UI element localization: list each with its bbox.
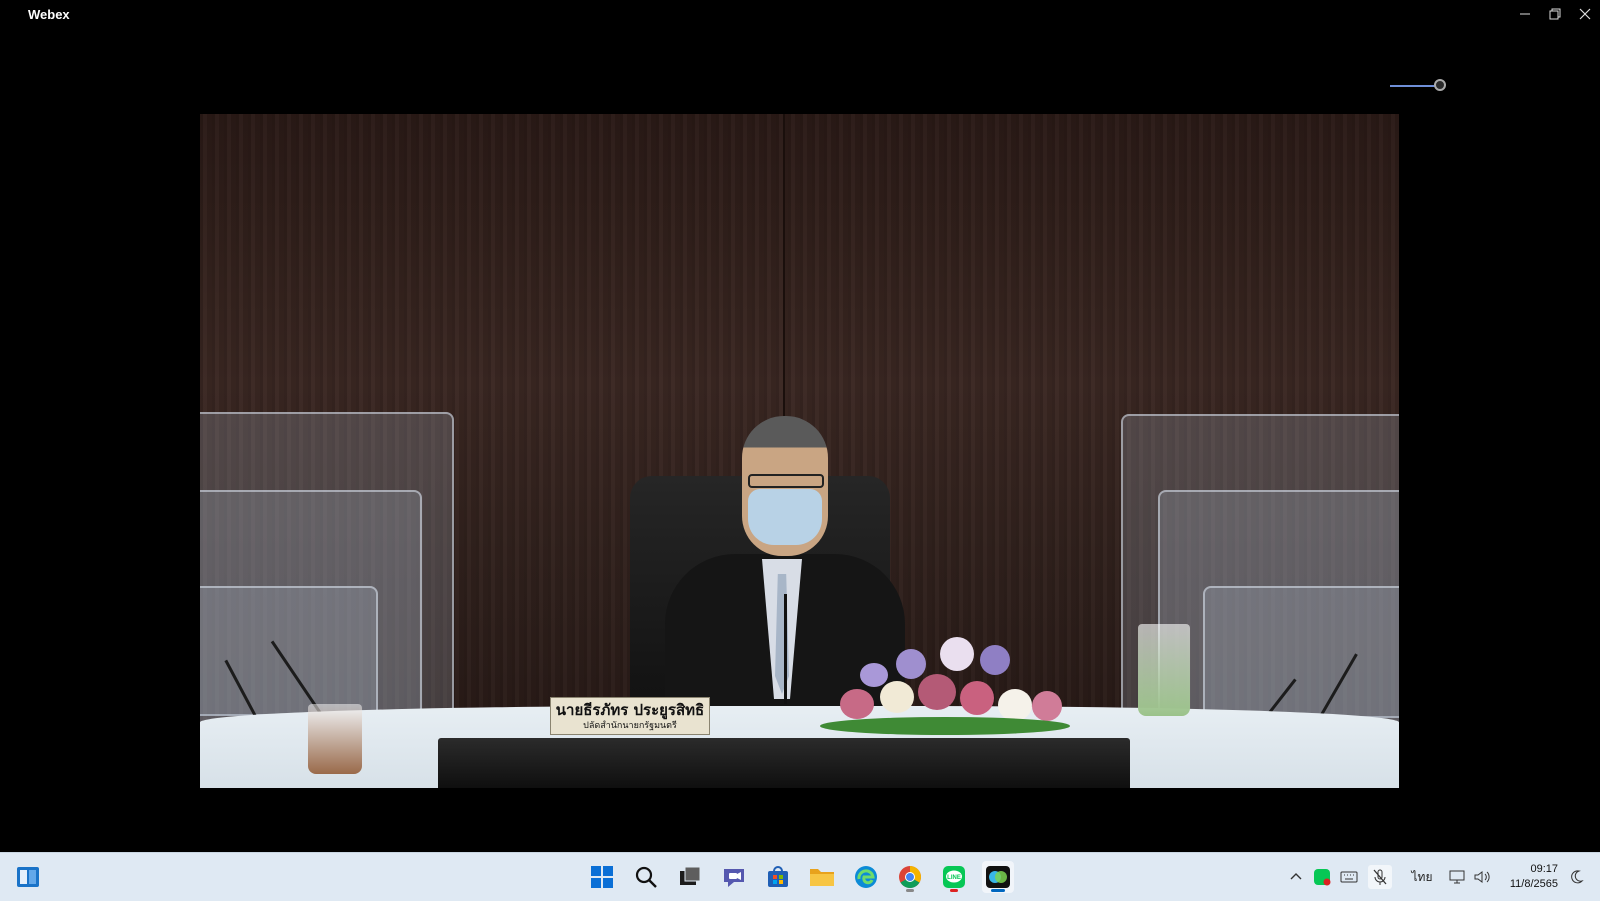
- svg-text:LINE: LINE: [947, 875, 961, 881]
- edge-button[interactable]: [850, 861, 882, 893]
- flower: [880, 681, 914, 713]
- minimize-button[interactable]: [1510, 0, 1540, 28]
- nameplate-name: นายธีรภัทร ประยูรสิทธิ: [555, 701, 705, 719]
- task-view-button[interactable]: [674, 861, 706, 893]
- table-front-panel: [438, 738, 1130, 788]
- keyboard-button[interactable]: [1337, 865, 1361, 889]
- flower: [940, 637, 974, 671]
- widgets-icon: [17, 867, 39, 887]
- webex-icon: [986, 866, 1010, 888]
- title-bar: Webex: [0, 0, 1600, 30]
- desk-microphone: [784, 594, 787, 704]
- chat-button[interactable]: [718, 861, 750, 893]
- tray-line-button[interactable]: [1310, 865, 1334, 889]
- clock[interactable]: 09:17 11/8/2565: [1496, 862, 1558, 892]
- search-icon: [635, 866, 657, 888]
- flower: [840, 689, 874, 719]
- microphone-mute-button[interactable]: [1368, 865, 1392, 889]
- keyboard-icon: [1340, 871, 1358, 883]
- task-view-icon: [680, 866, 701, 885]
- flower: [860, 663, 888, 687]
- language-indicator[interactable]: ไทย: [1408, 865, 1436, 889]
- chevron-up-icon: [1290, 873, 1302, 880]
- line-icon: LINE: [943, 866, 965, 888]
- network-icon: [1449, 870, 1465, 884]
- flower: [960, 681, 994, 715]
- zoom-slider-thumb[interactable]: [1434, 79, 1446, 91]
- folder-icon: [810, 869, 834, 886]
- volume-button[interactable]: [1470, 865, 1494, 889]
- zoom-slider[interactable]: [1390, 78, 1452, 94]
- face-mask: [748, 489, 822, 545]
- microsoft-store-icon: [768, 866, 788, 887]
- windows-start-icon: [591, 866, 613, 888]
- line-tray-icon: [1314, 869, 1331, 886]
- focus-assist-button[interactable]: [1564, 865, 1588, 889]
- running-indicator: [906, 889, 914, 892]
- nameplate-position: ปลัดสำนักนายกรัฐมนตรี: [583, 721, 677, 731]
- nameplate: นายธีรภัทร ประยูรสิทธิ ปลัดสำนักนายกรัฐม…: [550, 697, 710, 735]
- coffee-cup: [308, 704, 362, 774]
- close-button[interactable]: [1570, 0, 1600, 28]
- webex-button[interactable]: [982, 861, 1014, 893]
- flower: [980, 645, 1010, 675]
- flower-arrangement: [800, 619, 1080, 739]
- notification-indicator: [950, 889, 958, 892]
- edge-icon: [855, 866, 877, 888]
- active-indicator: [991, 889, 1005, 892]
- glass-partition-right-3: [1203, 586, 1399, 730]
- restore-icon: [1549, 8, 1561, 20]
- taskbar: LINE ไทย 09:17 11/8/2565: [0, 852, 1600, 901]
- tray-overflow-button[interactable]: [1284, 865, 1308, 889]
- zoom-slider-track: [1390, 85, 1440, 87]
- green-tea-cup: [1138, 624, 1190, 716]
- search-button[interactable]: [630, 861, 662, 893]
- flower: [998, 689, 1032, 721]
- video-feed: นายธีรภัทร ประยูรสิทธิ ปลัดสำนักนายกรัฐม…: [200, 114, 1399, 788]
- moon-icon: [1571, 870, 1584, 884]
- speaker-icon: [1474, 871, 1490, 883]
- flower: [896, 649, 926, 679]
- start-button[interactable]: [586, 861, 618, 893]
- minimize-icon: [1520, 13, 1530, 15]
- flower: [918, 674, 956, 710]
- chrome-button[interactable]: [894, 861, 926, 893]
- teams-chat-icon: [724, 869, 744, 887]
- widgets-button[interactable]: [12, 861, 44, 893]
- line-button[interactable]: LINE: [938, 861, 970, 893]
- chrome-icon: [899, 866, 921, 888]
- clock-date: 11/8/2565: [1509, 878, 1558, 890]
- microsoft-store-button[interactable]: [762, 861, 794, 893]
- close-icon: [1579, 8, 1591, 20]
- restore-button[interactable]: [1540, 0, 1570, 28]
- microphone-muted-icon: [1373, 869, 1387, 885]
- flower-leaves: [820, 717, 1070, 735]
- file-explorer-button[interactable]: [806, 861, 838, 893]
- window-title: Webex: [28, 7, 70, 22]
- network-button[interactable]: [1446, 865, 1470, 889]
- clock-time: 09:17: [1530, 863, 1558, 875]
- flower: [1032, 691, 1062, 721]
- glasses: [748, 474, 824, 488]
